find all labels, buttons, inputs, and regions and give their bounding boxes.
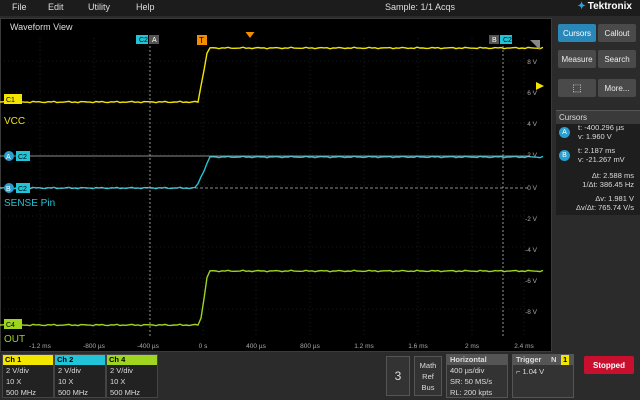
more-button[interactable]: More... [598, 79, 636, 97]
menu-bar: File Edit Utility Help Sample: 1/1 Acqs … [0, 0, 640, 16]
math-ref-bus-button[interactable]: Math Ref Bus [414, 356, 442, 396]
delta-volt-per-time: Δv/Δt: 765.74 V/s [576, 203, 634, 212]
x-tick-label: -800 µs [83, 343, 106, 350]
channel-1-scale: 2 V/div [6, 366, 29, 375]
ch2-a-marker-text: C2 [18, 154, 27, 161]
channel-2-badge[interactable]: Ch 2 2 V/div 10 X 500 MHz [54, 354, 106, 398]
trace-ch4-out [0, 269, 544, 327]
ch2-label-sense: SENSE Pin [4, 198, 55, 209]
horizontal-title: Horizontal [447, 355, 507, 365]
y-tick-label: 6 V [527, 90, 537, 97]
trace-ch2-sense [0, 155, 544, 190]
channel-2-scale: 2 V/div [58, 366, 81, 375]
y-tick-label: -4 V [525, 247, 538, 254]
channel-1-name: Ch 1 [3, 355, 53, 365]
waveform-plot[interactable]: C2 A B C2 T C1 VCC A C2 B C2 SENSE Pin C… [0, 32, 552, 352]
horizontal-badge[interactable]: Horizontal 400 µs/div SR: 50 MS/s RL: 20… [446, 354, 508, 398]
cursor-b-volt: v: -21.267 mV [578, 155, 625, 164]
ch2-marker-text: C2 [18, 186, 27, 193]
bus-label: Bus [421, 383, 435, 392]
cursor-a-v-text: A [6, 154, 11, 161]
channel-4-scale: 2 V/div [110, 366, 133, 375]
x-tick-label: -1.2 ms [29, 343, 51, 350]
ref-label: Ref [422, 372, 434, 381]
zoom-box-icon: ⬚ [572, 82, 582, 94]
trigger-level-arrow-icon[interactable] [536, 82, 544, 90]
ch1-marker-text: C1 [6, 97, 15, 104]
y-tick-label: 4 V [527, 121, 537, 128]
trigger-badge[interactable]: Trigger N 1 ⌐ 1.04 V [512, 354, 574, 398]
tek-logo-icon: ✦ [577, 1, 586, 12]
cursor-a-time: t: -400.296 µs [578, 123, 625, 132]
y-tick-label: 2 V [527, 152, 537, 159]
y-tick-label: -6 V [525, 278, 538, 285]
record-length: RL: 200 kpts [450, 388, 493, 397]
cursor-a-volt: v: 1.960 V [578, 132, 612, 141]
rising-edge-icon: ⌐ [516, 367, 521, 376]
ch1-label-vcc: VCC [4, 116, 25, 127]
measure-button[interactable]: Measure [558, 50, 596, 68]
trigger-marker-text: T [199, 36, 204, 45]
cursors-button[interactable]: Cursors [558, 24, 596, 42]
menu-edit[interactable]: Edit [48, 2, 64, 12]
run-stop-status[interactable]: Stopped [584, 356, 634, 374]
y-tick-label: 0 V [527, 185, 537, 192]
trigger-title: Trigger [516, 355, 542, 364]
x-tick-label: -400 µs [137, 343, 160, 350]
cursor-b-tag-text: B [492, 37, 497, 44]
channel-1-bandwidth: 500 MHz [6, 388, 37, 397]
channel-4-bandwidth: 500 MHz [110, 388, 141, 397]
channel-4-badge[interactable]: Ch 4 2 V/div 10 X 500 MHz [106, 354, 158, 398]
trigger-mode: N [551, 355, 557, 364]
channel-4-name: Ch 4 [107, 355, 157, 365]
brand-name: Tektronix [587, 1, 632, 12]
zoom-button[interactable]: ⬚ [558, 79, 596, 97]
trigger-chevron-icon[interactable] [244, 32, 256, 38]
channel-1-probe: 10 X [6, 377, 22, 386]
x-tick-label: 2.4 ms [514, 343, 534, 350]
cursor-b-time: t: 2.187 ms [578, 146, 616, 155]
add-channel-count: 3 [394, 369, 402, 383]
channel-2-bandwidth: 500 MHz [58, 388, 89, 397]
cursor-b-badge: B [559, 150, 570, 161]
y-tick-label: -2 V [525, 216, 538, 223]
menu-utility[interactable]: Utility [88, 2, 110, 12]
waveform-view-title: Waveform View [10, 22, 73, 32]
x-tick-label: 2 ms [465, 343, 480, 350]
y-tick-label: -8 V [525, 309, 538, 316]
acquisition-status: Sample: 1/1 Acqs [385, 2, 456, 12]
menu-file[interactable]: File [12, 2, 27, 12]
cursor-b-ch-text: C2 [503, 37, 512, 44]
trigger-source: 1 [561, 355, 570, 365]
inverse-delta-time: 1/Δt: 386.45 Hz [582, 180, 634, 189]
x-tick-label: 800 µs [300, 343, 320, 350]
channel-1-badge[interactable]: Ch 1 2 V/div 10 X 500 MHz [2, 354, 54, 398]
x-tick-label: 0 s [199, 343, 208, 350]
cursor-a-badge: A [559, 127, 570, 138]
channel-4-probe: 10 X [110, 377, 126, 386]
math-label: Math [419, 361, 437, 370]
cursor-a-tag-text: A [152, 37, 157, 44]
cursor-b-v-text: B [6, 186, 11, 193]
callout-button[interactable]: Callout [598, 24, 636, 42]
horizontal-scale: 400 µs/div [450, 366, 485, 375]
x-tick-label: 400 µs [246, 343, 266, 350]
ch4-marker-text: C4 [6, 322, 15, 329]
channel-2-probe: 10 X [58, 377, 74, 386]
add-channel-button[interactable]: 3 [386, 356, 410, 396]
delta-volt: Δv: 1.981 V [595, 194, 634, 203]
x-tick-label: 1.2 ms [354, 343, 374, 350]
delta-time: Δt: 2.588 ms [591, 171, 634, 180]
ch4-label-out: OUT [4, 334, 25, 345]
x-tick-label: 1.6 ms [408, 343, 428, 350]
sample-rate: SR: 50 MS/s [450, 377, 493, 386]
trigger-level: 1.04 V [522, 367, 545, 376]
cursor-a-ch-text: C2 [139, 37, 148, 44]
y-tick-label: 8 V [527, 59, 537, 66]
channel-2-name: Ch 2 [55, 355, 105, 365]
menu-help[interactable]: Help [136, 2, 155, 12]
search-button[interactable]: Search [598, 50, 636, 68]
brand-logo: ✦ Tektronix [577, 1, 632, 12]
trace-ch1-vcc [0, 46, 544, 104]
